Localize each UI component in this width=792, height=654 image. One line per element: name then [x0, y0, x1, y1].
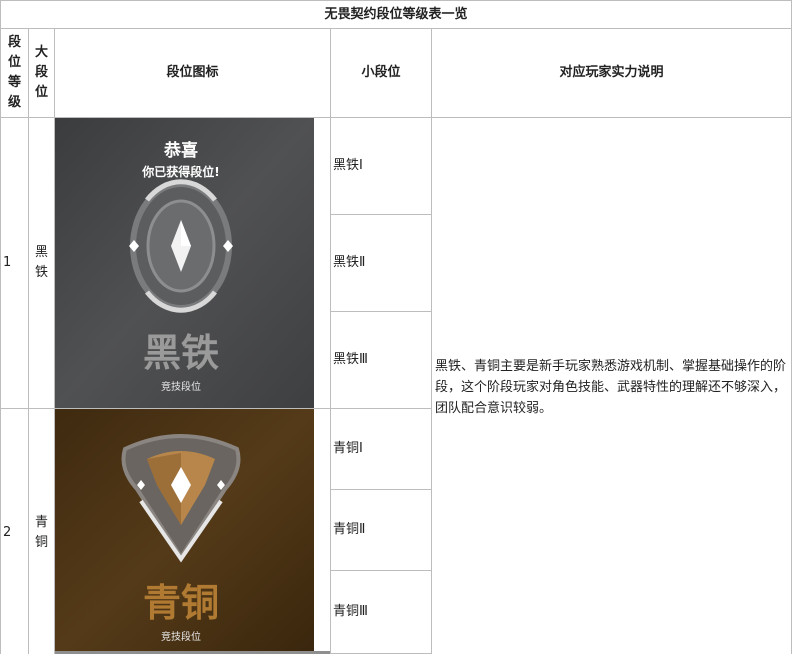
rank-table: 无畏契约段位等级表一览 段位等级 大段位 段位图标 小段位 对应玩家实力说明 1…: [0, 0, 792, 654]
minor-rank-iron-1: 黑铁Ⅰ: [330, 117, 432, 215]
minor-rank-bronze-1: 青铜Ⅰ: [330, 408, 432, 490]
row-major-2: 青铜: [28, 408, 55, 654]
bronze-caption: 竞技段位: [161, 630, 201, 643]
header-minor: 小段位: [330, 28, 432, 118]
level-value: 1: [3, 255, 12, 270]
header-major: 大段位: [28, 28, 55, 118]
iron-caption: 竞技段位: [161, 380, 201, 393]
bronze-rank-image: 青铜 竞技段位: [55, 409, 314, 654]
row-level-2: 2: [0, 408, 29, 654]
header-icon: 段位图标: [54, 28, 331, 118]
minor-rank-iron-2: 黑铁Ⅱ: [330, 214, 432, 312]
level-value: 2: [3, 525, 12, 540]
minor-rank-iron-3: 黑铁Ⅲ: [330, 311, 432, 409]
minor-rank-bronze-2: 青铜Ⅱ: [330, 489, 432, 571]
header-level: 段位等级: [0, 28, 29, 118]
bronze-rank-name: 青铜: [143, 581, 219, 625]
header-desc: 对应玩家实力说明: [431, 28, 792, 118]
iron-emblem-icon: [129, 179, 233, 313]
row-level-1: 1: [0, 117, 29, 409]
iron-got-text: 你已获得段位!: [141, 164, 219, 179]
iron-rank-image: 恭喜 你已获得段位! 黑铁 竞技段位: [55, 118, 314, 408]
table-title: 无畏契约段位等级表一览: [0, 0, 792, 29]
minor-rank-bronze-3: 青铜Ⅲ: [330, 570, 432, 654]
rank-description: 黑铁、青铜主要是新手玩家熟悉游戏机制、掌握基础操作的阶段，这个阶段玩家对角色技能…: [431, 117, 792, 654]
row-major-1: 黑铁: [28, 117, 55, 409]
iron-congrats-text: 恭喜: [163, 140, 198, 161]
iron-rank-name: 黑铁: [143, 331, 219, 375]
